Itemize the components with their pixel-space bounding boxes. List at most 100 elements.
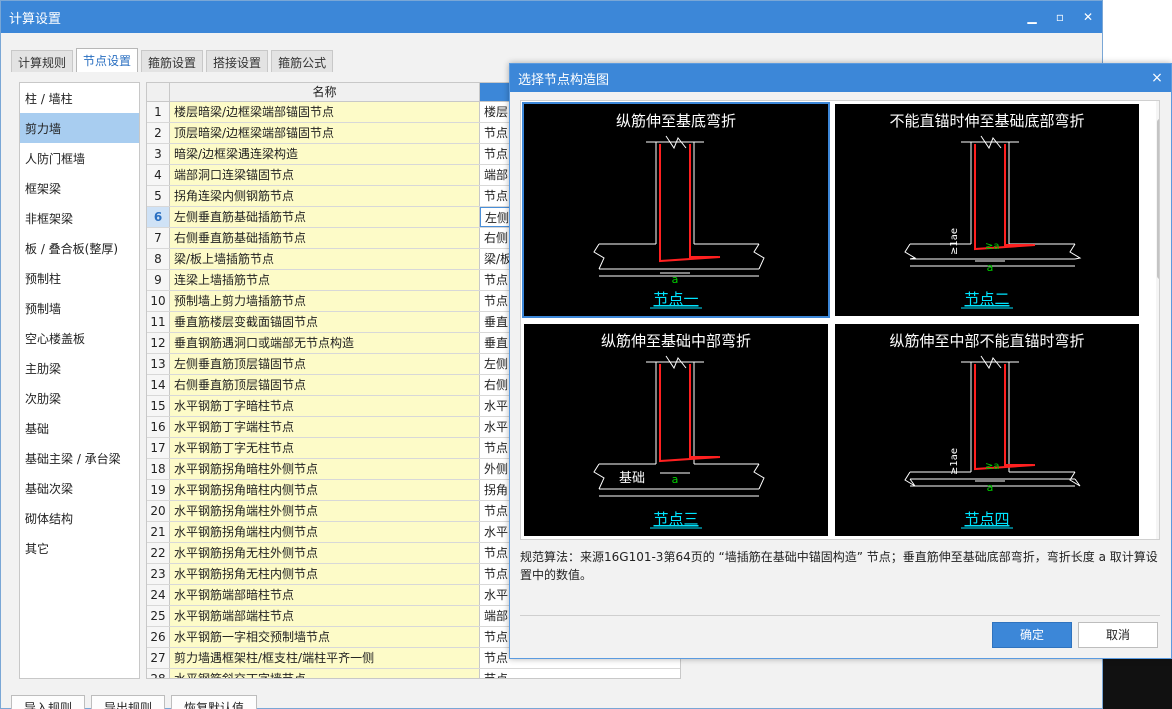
row-number: 4	[147, 165, 170, 185]
row-name: 暗梁/边框梁遇连梁构造	[170, 144, 480, 164]
diagram-node-1[interactable]: 纵筋伸至基底弯折 a 节点一	[522, 102, 830, 318]
row-name: 垂直筋楼层变截面锚固节点	[170, 312, 480, 332]
base-label: 基础	[619, 471, 645, 486]
name-column-header[interactable]: 名称	[170, 83, 480, 101]
tab-2[interactable]: 箍筋设置	[141, 50, 204, 72]
diagram-caption: 纵筋伸至基底弯折	[616, 112, 736, 130]
tab-4[interactable]: 箍筋公式	[271, 50, 334, 72]
row-name: 拐角连梁内侧钢筋节点	[170, 186, 480, 206]
row-name: 水平钢筋拐角端柱外侧节点	[170, 501, 480, 521]
row-number: 5	[147, 186, 170, 206]
category-item[interactable]: 空心楼盖板	[20, 323, 139, 353]
tab-3[interactable]: 搭接设置	[206, 50, 269, 72]
category-item[interactable]: 人防门框墙	[20, 143, 139, 173]
tab-bar: 计算规则 节点设置 箍筋设置 搭接设置 箍筋公式	[11, 48, 336, 72]
node-label: 节点四	[964, 510, 1009, 528]
rule-description: 规范算法：来源16G101-3第64页的 “墙插筋在基础中锚固构造” 节点；垂直…	[520, 550, 1158, 582]
category-item[interactable]: 预制柱	[20, 263, 139, 293]
category-list: 柱 / 墙柱 剪力墙 人防门框墙 框架梁 非框架梁板 / 叠合板(整厚) 预制柱 预制墙 空心…	[19, 82, 140, 679]
table-row[interactable]: 28 水平钢筋斜交丁字墙节点 节点	[147, 669, 680, 678]
category-item[interactable]: 次肋梁	[20, 383, 139, 413]
dim-ge-a: ≥a	[985, 461, 1000, 472]
row-number: 18	[147, 459, 170, 479]
restore-defaults-button[interactable]: 恢复默认值	[171, 695, 258, 709]
diagram-gallery: 纵筋伸至基底弯折 a 节点一 不能直锚时伸至基础底部弯折 a ≥a ≥1ae 节点二 纵筋伸…	[520, 100, 1160, 540]
row-number: 19	[147, 480, 170, 500]
category-item[interactable]: 框架梁	[20, 173, 139, 203]
diagram-caption: 不能直锚时伸至基础底部弯折	[889, 112, 1084, 130]
close-icon[interactable]: ×	[1143, 70, 1171, 86]
row-name: 水平钢筋端部端柱节点	[170, 606, 480, 626]
import-rules-button[interactable]: 导入规则	[11, 695, 86, 709]
row-name: 水平钢筋丁字暗柱节点	[170, 396, 480, 416]
row-name: 水平钢筋丁字无柱节点	[170, 438, 480, 458]
row-number: 22	[147, 543, 170, 563]
main-titlebar: 计算设置 ▁ ▫ ✕	[1, 1, 1102, 33]
dim-lae: ≥1ae	[949, 228, 960, 255]
row-number: 9	[147, 270, 170, 290]
dim-a: a	[672, 473, 679, 486]
row-number: 23	[147, 564, 170, 584]
tab-0[interactable]: 计算规则	[11, 50, 74, 72]
row-number: 14	[147, 375, 170, 395]
row-name: 水平钢筋一字相交预制墙节点	[170, 627, 480, 647]
category-item[interactable]: 剪力墙	[20, 113, 139, 143]
row-number: 12	[147, 333, 170, 353]
row-name: 左侧垂直筋顶层锚固节点	[170, 354, 480, 374]
row-number: 24	[147, 585, 170, 605]
row-name: 右侧垂直筋顶层锚固节点	[170, 375, 480, 395]
ok-button[interactable]: 确定	[992, 622, 1072, 648]
row-name: 楼层暗梁/边框梁端部锚固节点	[170, 102, 480, 122]
row-value[interactable]: 节点	[480, 669, 680, 678]
row-name: 连梁上墙插筋节点	[170, 270, 480, 290]
category-item[interactable]: 柱 / 墙柱	[20, 83, 139, 113]
tab-1[interactable]: 节点设置	[76, 48, 139, 72]
category-item[interactable]: 预制墙	[20, 293, 139, 323]
export-rules-button[interactable]: 导出规则	[91, 695, 166, 709]
row-name: 水平钢筋拐角暗柱外侧节点	[170, 459, 480, 479]
row-number: 25	[147, 606, 170, 626]
category-item[interactable]: 主肋梁	[20, 353, 139, 383]
divider	[520, 615, 1160, 616]
category-item[interactable]: 板 / 叠合板(整厚)	[20, 233, 139, 263]
dim-a: a	[987, 481, 994, 494]
row-name: 梁/板上墙插筋节点	[170, 249, 480, 269]
cancel-button[interactable]: 取消	[1078, 622, 1158, 648]
dim-lae: ≥1ae	[949, 448, 960, 475]
row-number: 3	[147, 144, 170, 164]
maximize-icon[interactable]: ▫	[1046, 1, 1074, 33]
modal-titlebar: 选择节点构造图 ×	[510, 64, 1171, 92]
main-title: 计算设置	[9, 11, 62, 27]
row-name: 水平钢筋拐角无柱内侧节点	[170, 564, 480, 584]
category-item[interactable]: 基础	[20, 413, 139, 443]
row-name: 顶层暗梁/边框梁端部锚固节点	[170, 123, 480, 143]
category-item[interactable]: 其它	[20, 533, 139, 563]
row-number: 11	[147, 312, 170, 332]
diagram-node-4[interactable]: 纵筋伸至中部不能直锚时弯折 a ≥a ≥1ae 节点四	[835, 324, 1139, 536]
category-item[interactable]: 基础次梁	[20, 473, 139, 503]
row-number: 26	[147, 627, 170, 647]
row-name: 水平钢筋拐角暗柱内侧节点	[170, 480, 480, 500]
diagram-node-3[interactable]: 纵筋伸至基础中部弯折 a 基础 节点三	[524, 324, 828, 536]
row-number: 2	[147, 123, 170, 143]
bottom-button-bar: 导入规则 导出规则 恢复默认值	[11, 695, 263, 709]
node-label: 节点三	[653, 510, 698, 528]
row-name: 水平钢筋斜交丁字墙节点	[170, 669, 480, 678]
row-name: 端部洞口连梁锚固节点	[170, 165, 480, 185]
category-item[interactable]: 非框架梁	[20, 203, 139, 233]
row-number: 28	[147, 669, 170, 678]
row-number: 8	[147, 249, 170, 269]
select-node-diagram-dialog: 选择节点构造图 × 纵筋伸至基底弯折 a 节点一 不能直锚时伸至基础底部弯折 a ≥a ≥…	[509, 63, 1172, 659]
modal-title: 选择节点构造图	[518, 72, 610, 88]
row-name: 水平钢筋丁字端柱节点	[170, 417, 480, 437]
row-number: 21	[147, 522, 170, 542]
category-item[interactable]: 砌体结构	[20, 503, 139, 533]
row-number: 20	[147, 501, 170, 521]
minimize-icon[interactable]: ▁	[1018, 1, 1046, 33]
gallery-scrollbar[interactable]	[1156, 101, 1159, 539]
row-name: 垂直钢筋遇洞口或端部无节点构造	[170, 333, 480, 353]
diagram-node-2[interactable]: 不能直锚时伸至基础底部弯折 a ≥a ≥1ae 节点二	[835, 104, 1139, 316]
close-icon[interactable]: ✕	[1074, 1, 1102, 33]
category-item[interactable]: 基础主梁 / 承台梁	[20, 443, 139, 473]
row-number: 13	[147, 354, 170, 374]
